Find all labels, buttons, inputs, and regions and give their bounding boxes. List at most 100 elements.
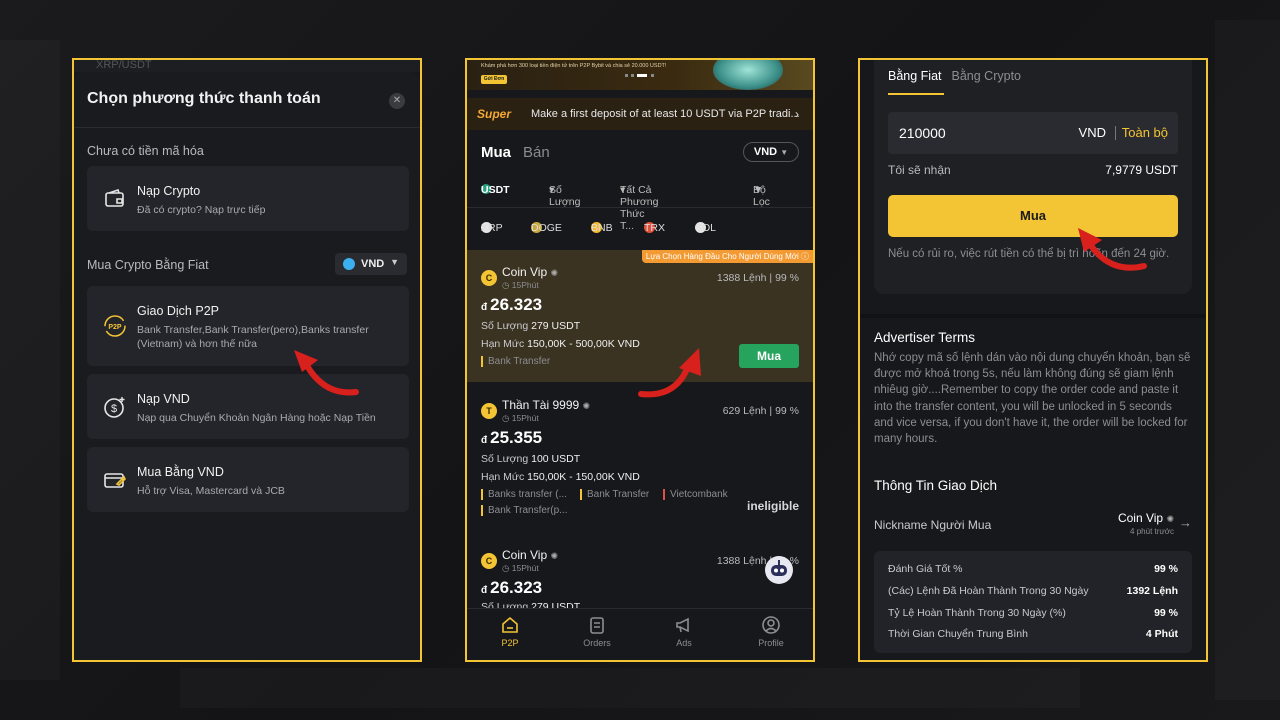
carousel-dots (625, 74, 654, 77)
divider (467, 207, 813, 208)
max-amount-button[interactable]: Toàn bộ (1122, 125, 1168, 140)
chip-label: BNB (591, 222, 613, 234)
clock-icon: ◷ (502, 413, 512, 423)
deposit-crypto-option[interactable]: Nạp Crypto Đã có crypto? Nạp trực tiếp (87, 166, 409, 231)
stat-value: 99 % (1154, 563, 1178, 575)
price-value: 25.355 (490, 428, 543, 447)
buy-button[interactable]: Mua (739, 344, 799, 368)
nickname-label: Nickname Người Mua (874, 518, 992, 532)
tab-crypto[interactable]: Bằng Crypto (952, 69, 1021, 83)
order-count: 1388 Lệnh (716, 555, 767, 567)
stat-label: Tỷ Lệ Hoàn Thành Trong 30 Ngày (%) (888, 607, 1066, 619)
ad-card[interactable]: C Coin Vip ✺ ◷ 15Phút 1388 Lệnh | 99 % đ… (467, 535, 813, 613)
stat-value: 99 % (1154, 607, 1178, 619)
nav-label: Profile (758, 638, 784, 648)
close-icon[interactable]: ✕ (389, 93, 405, 109)
nav-profile[interactable]: Profile (741, 615, 801, 648)
deposit-vnd-title: Nạp VND (137, 392, 190, 406)
terms-text: Nhớ copy mã số lệnh dán vào nội dung chu… (874, 352, 1191, 446)
banner-text: Khám phá hơn 300 loại tiền điện tử trên … (481, 63, 667, 69)
buy-vnd-title: Mua Bằng VND (137, 465, 224, 479)
advertiser-stats: Đánh Giá Tốt % 99 % (Các) Lệnh Đã Hoàn Th… (874, 551, 1192, 653)
divider (1115, 126, 1116, 140)
banner-button[interactable]: Gửi Đơn (481, 75, 507, 84)
nickname-value[interactable]: Coin Vip ✺ (1118, 511, 1174, 525)
advertiser-name[interactable]: Thần Tài 9999 ✺ (502, 398, 590, 412)
price-value: 26.323 (490, 578, 543, 597)
nav-orders[interactable]: Orders (567, 615, 627, 648)
advertiser-name[interactable]: Coin Vip ✺ (502, 265, 558, 279)
payment-method-sheet: Chọn phương thức thanh toán ✕ Chưa có ti… (74, 72, 420, 660)
order-stats: 1388 Lệnh | 99 % (716, 272, 799, 284)
p2p-icon-text: P2P (108, 324, 122, 331)
order-count: 1388 Lệnh (716, 272, 767, 284)
buy-sell-tabs: Mua Bán (481, 144, 550, 162)
tab-fiat[interactable]: Bằng Fiat (888, 69, 942, 83)
bg-stripe (0, 40, 60, 680)
wallet-icon (103, 187, 127, 211)
bottom-nav: P2P Orders Ads Profile (467, 608, 813, 660)
order-count: 629 Lệnh (722, 405, 767, 417)
amount-filter[interactable]: Số Lượng ▾ (549, 184, 580, 208)
fiat-currency-selector[interactable]: VND ▼ (743, 142, 799, 162)
payment-type-tabs: Bằng Fiat Bằng Crypto (888, 69, 1021, 83)
response-time-text: 15Phút (511, 280, 539, 290)
verified-icon: ✺ (582, 401, 591, 411)
currency-label: VND (361, 258, 385, 270)
amount-input[interactable]: 210000 VND Toàn bộ (888, 112, 1178, 154)
arrow-right-icon[interactable]: → (1179, 515, 1192, 530)
bg-stripe (1215, 20, 1280, 700)
section-divider (860, 314, 1206, 318)
nav-label: Ads (676, 638, 692, 648)
order-detail-screen: Bằng Fiat Bằng Crypto 210000 VND Toàn bộ … (858, 58, 1208, 662)
order-stats: 629 Lệnh | 99 % (722, 405, 799, 417)
ad-card[interactable]: T Thần Tài 9999 ✺ ◷ 15Phút 629 Lệnh | 99… (467, 385, 813, 535)
stat-label: Đánh Giá Tốt % (888, 563, 963, 575)
price-value: 26.323 (490, 295, 543, 314)
profile-icon (762, 616, 780, 634)
promo-banner[interactable]: Khám phá hơn 300 loại tiền điện tử trên … (467, 60, 813, 90)
stat-label: Thời Gian Chuyển Trung Bình (888, 628, 1028, 640)
nav-ads[interactable]: Ads (654, 615, 714, 648)
section-fiat: Mua Crypto Bằng Fiat (87, 258, 209, 272)
ineligible-label: ineligible (746, 499, 799, 513)
nickname-text: Coin Vip (1117, 511, 1164, 525)
payment-method-tag: Banks transfer (... (481, 489, 567, 500)
chatbot-icon[interactable] (765, 556, 793, 584)
quantity-value: 100 USDT (531, 453, 581, 465)
chip-label: SOL (695, 222, 717, 234)
buy-with-vnd-option[interactable]: Mua Bằng VND Hỗ trợ Visa, Mastercard và … (87, 447, 409, 512)
super-promo-bar[interactable]: Super Make a first deposit of at least 1… (467, 98, 813, 130)
payment-filter[interactable]: Tất Cả Phương Thức T... ▾ (620, 184, 658, 232)
currency-symbol: đ (481, 302, 488, 313)
receive-value: 7,9779 USDT (1105, 163, 1178, 177)
orders-icon (590, 617, 604, 634)
advertiser-name[interactable]: Coin Vip ✺ (502, 548, 558, 562)
search-bar-hint: XRP/USDT (74, 60, 420, 72)
search-hint-text: XRP/USDT (96, 60, 152, 71)
currency-selector[interactable]: VND ▼ (335, 253, 407, 275)
advertiser-name-text: Thần Tài 9999 (502, 398, 580, 412)
amount-filter-label: Số Lượng (549, 184, 581, 208)
nav-p2p[interactable]: P2P (480, 615, 540, 648)
verified-icon: ✺ (550, 268, 559, 278)
terms-title: Advertiser Terms (874, 330, 976, 345)
svg-text:$: $ (111, 403, 117, 415)
home-icon (502, 616, 518, 633)
stat-value: 1392 Lệnh (1126, 585, 1178, 597)
tab-buy[interactable]: Mua (481, 144, 511, 161)
chip-label: DOGE (531, 222, 562, 234)
sheet-title: Chọn phương thức thanh toán (87, 90, 321, 107)
currency-symbol: đ (481, 435, 488, 446)
chevron-right-icon: › (795, 107, 799, 121)
funnel-icon: ▼ (753, 184, 764, 196)
divider (74, 127, 420, 128)
price: đ 26.323 (481, 295, 542, 315)
stat-value: 4 Phút (1145, 628, 1178, 640)
tab-sell[interactable]: Bán (523, 144, 550, 161)
coin-filter[interactable]: USDT ▾ (481, 184, 510, 196)
nav-label: Orders (583, 638, 611, 648)
limit-label: Hạn Mức (481, 338, 525, 350)
quantity-label: Số Lượng (481, 320, 529, 332)
completion-rate: 99 % (775, 405, 799, 417)
